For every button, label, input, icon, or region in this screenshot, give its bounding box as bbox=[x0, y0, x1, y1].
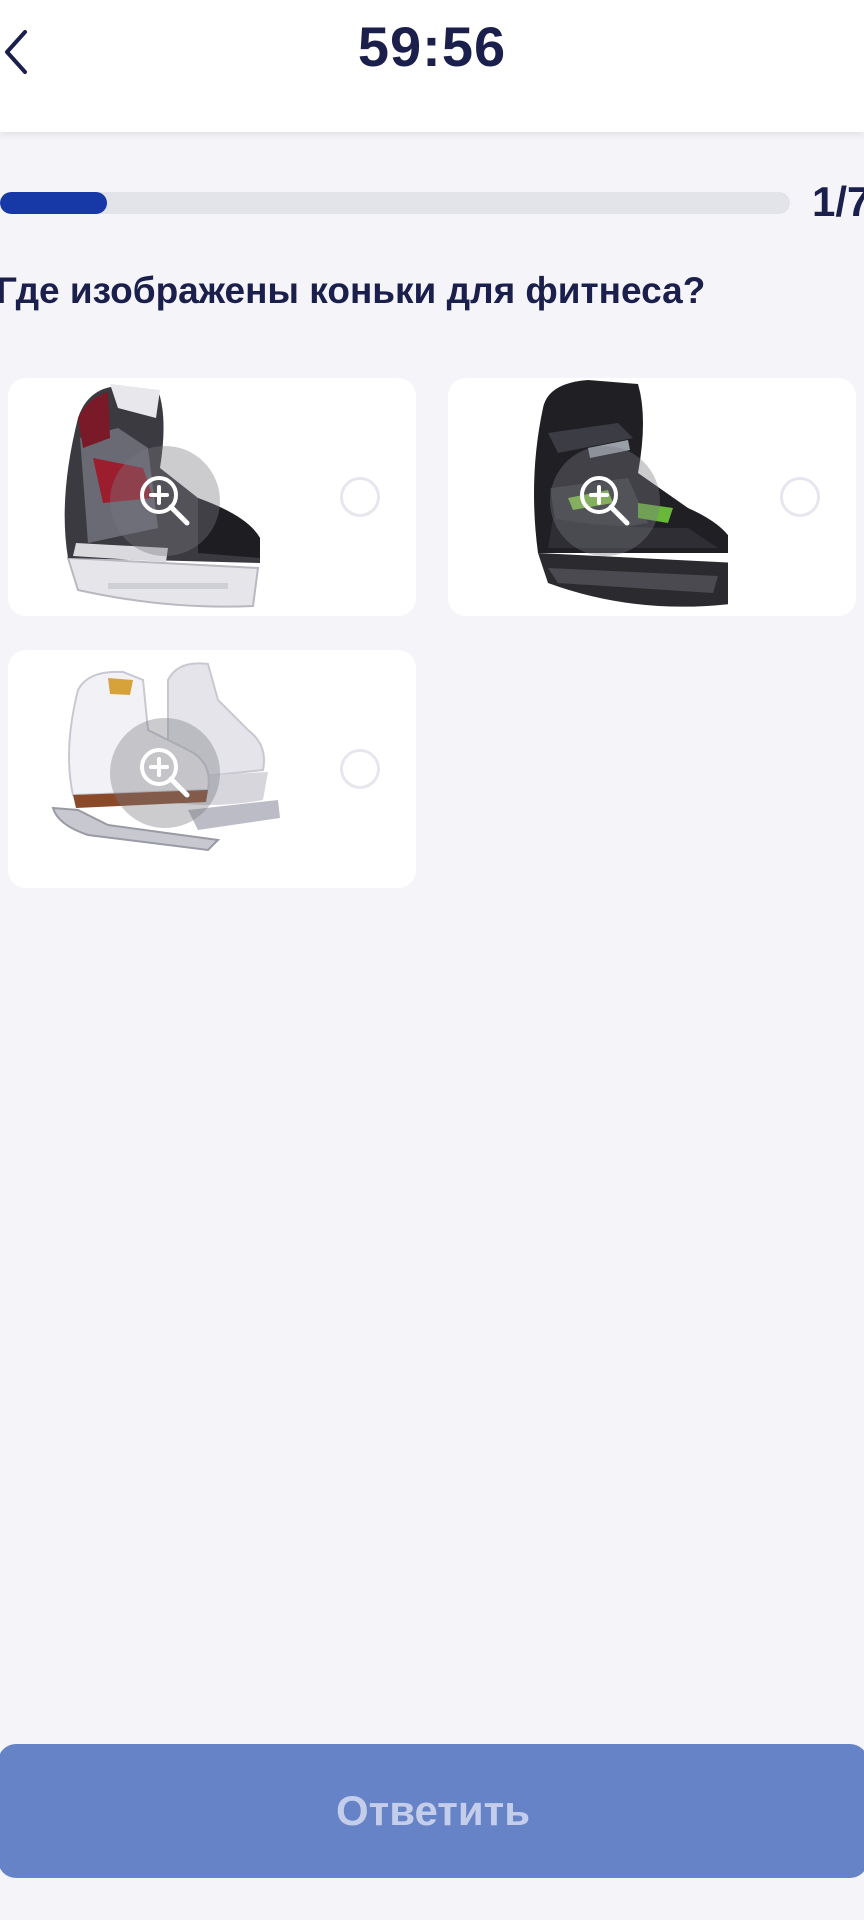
question-text: Где изображены коньки для фитнеса? bbox=[0, 270, 706, 311]
progress-bar bbox=[0, 192, 790, 214]
answer-option-3[interactable] bbox=[8, 650, 416, 888]
zoom-button[interactable] bbox=[110, 718, 220, 828]
answer-radio[interactable] bbox=[780, 477, 820, 517]
top-bar: 59:56 bbox=[0, 0, 864, 132]
answer-option-2[interactable] bbox=[448, 378, 856, 616]
progress-bar-fill bbox=[0, 192, 107, 214]
answer-radio[interactable] bbox=[340, 477, 380, 517]
zoom-button[interactable] bbox=[550, 446, 660, 556]
zoom-in-icon bbox=[140, 476, 190, 526]
timer: 59:56 bbox=[357, 15, 507, 78]
submit-button[interactable]: Ответить bbox=[0, 1744, 864, 1878]
answer-radio[interactable] bbox=[340, 749, 380, 789]
progress-count: 1/7 bbox=[812, 178, 864, 225]
zoom-button[interactable] bbox=[110, 446, 220, 556]
zoom-in-icon bbox=[580, 476, 630, 526]
answer-option-1[interactable] bbox=[8, 378, 416, 616]
zoom-in-icon bbox=[140, 748, 190, 798]
